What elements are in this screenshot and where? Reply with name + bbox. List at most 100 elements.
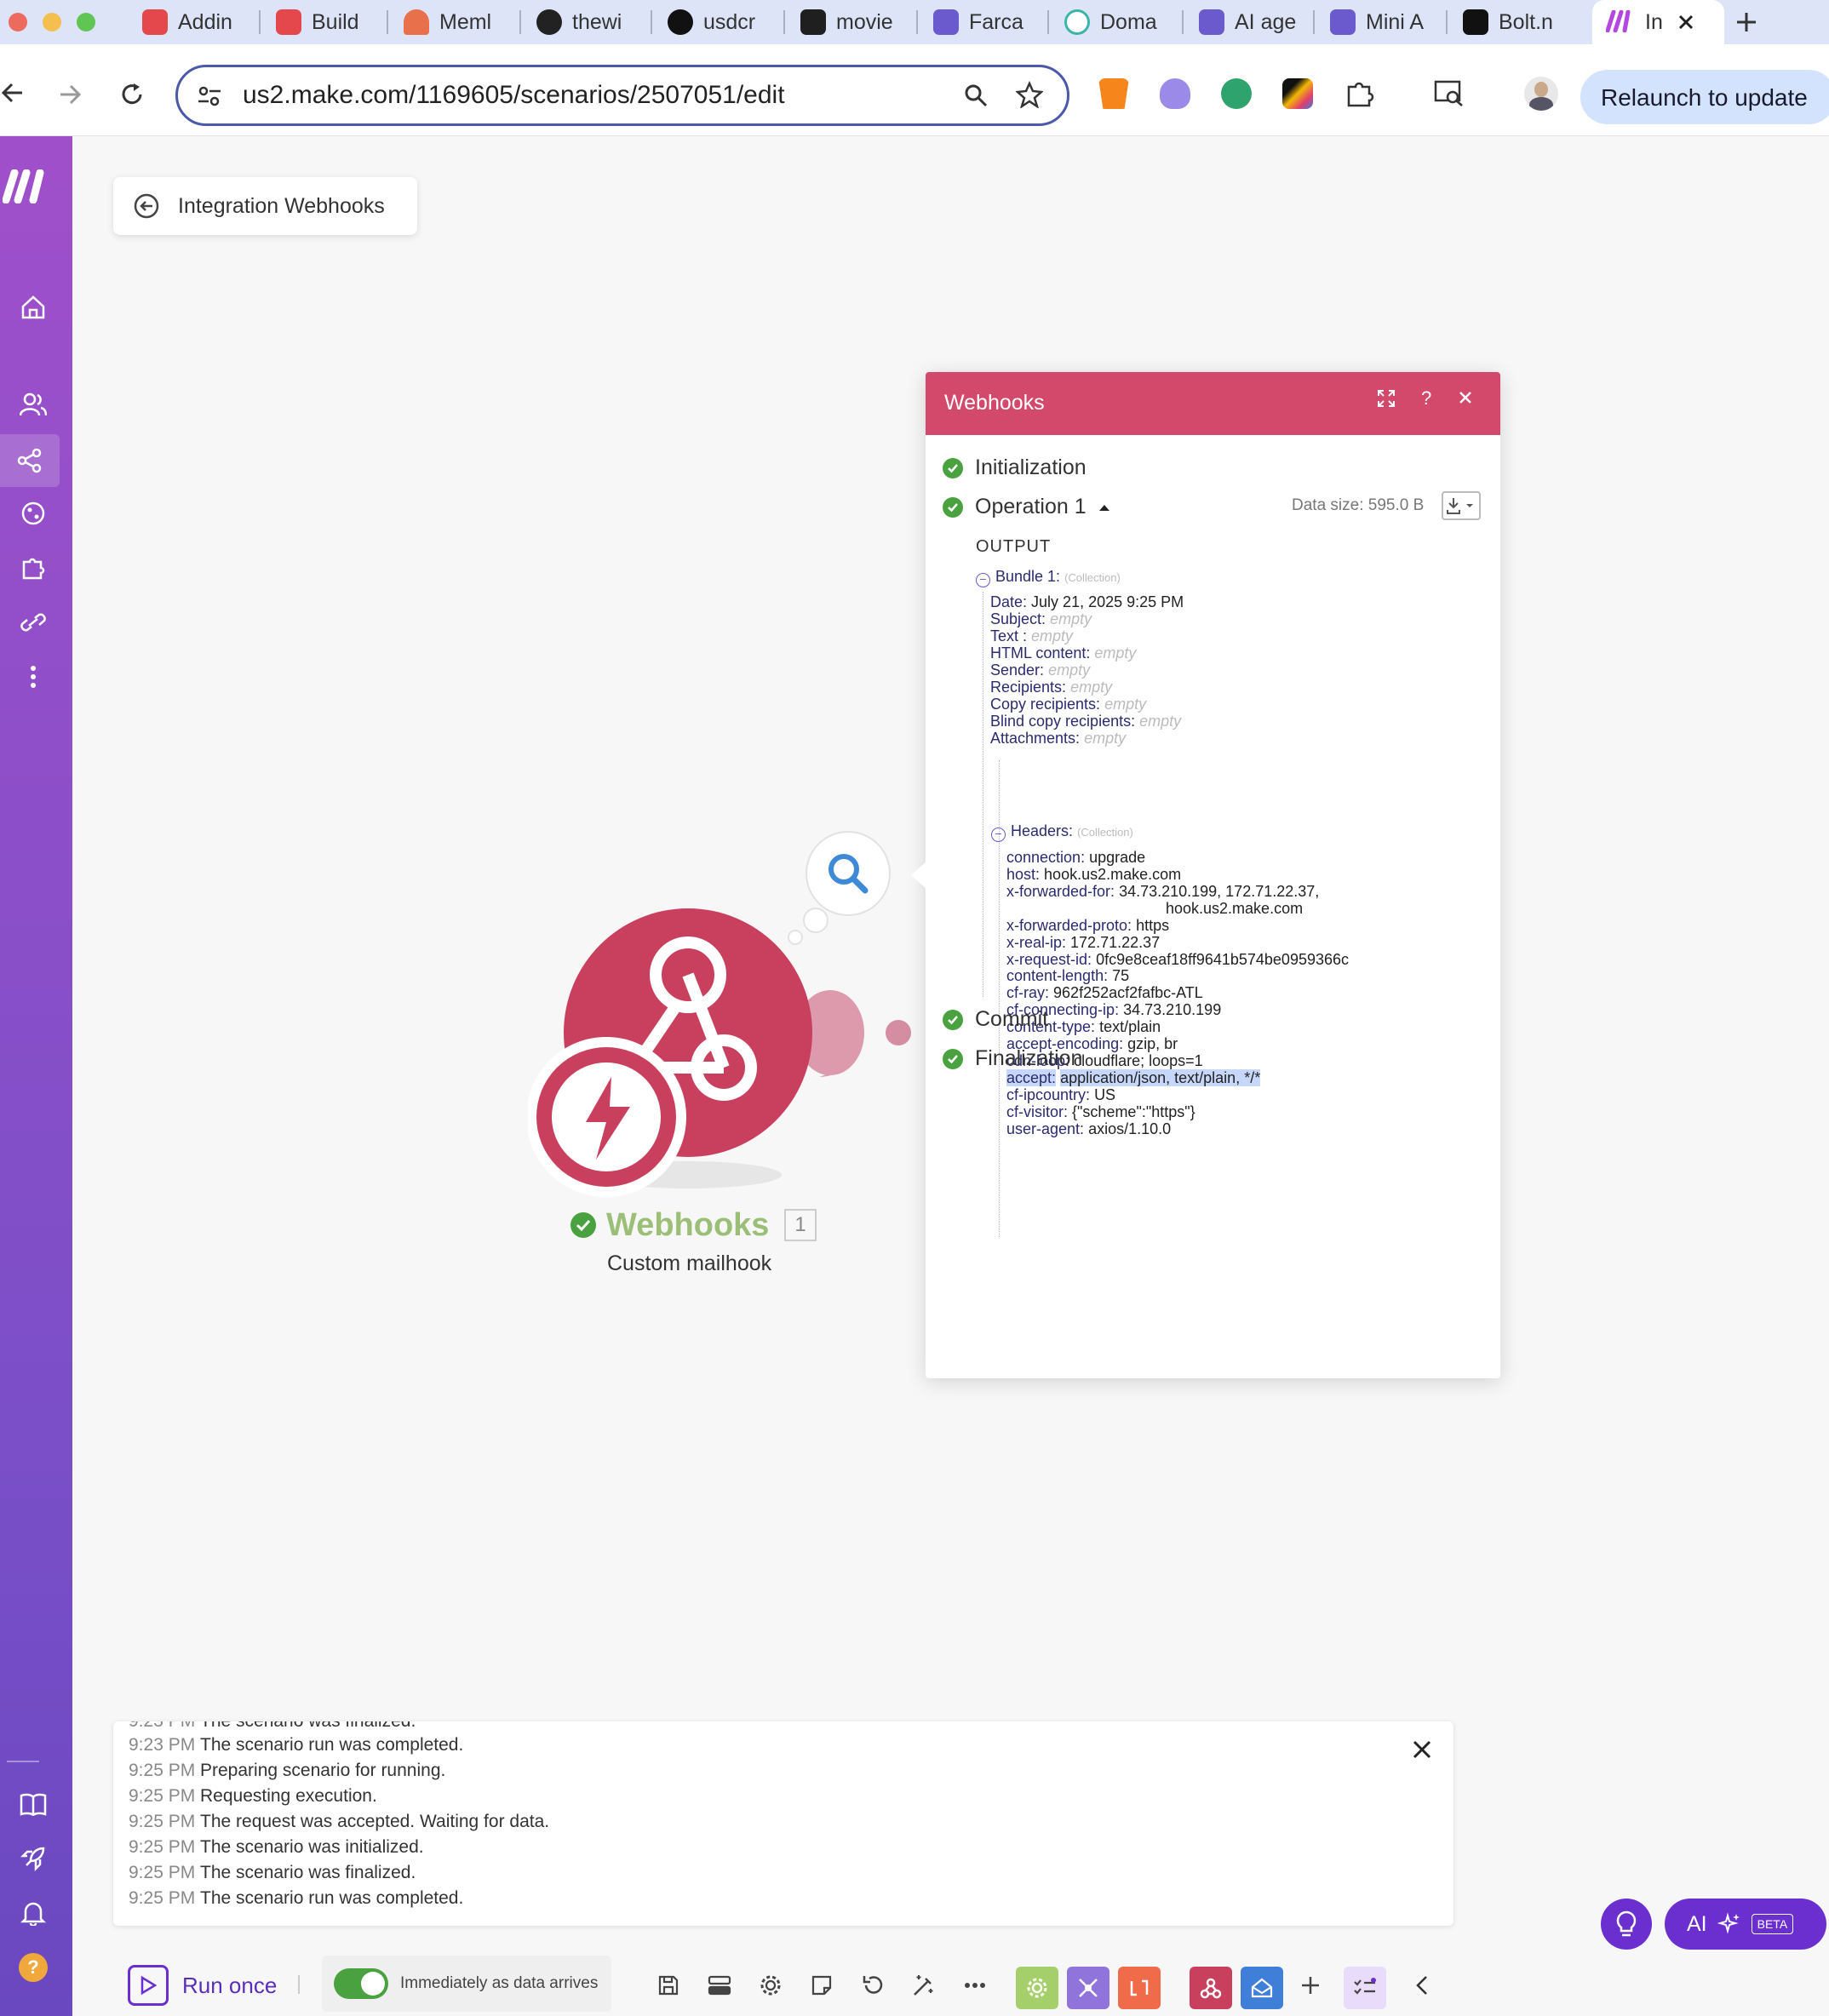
header-field-row[interactable]: content-length: 75 <box>1006 967 1129 985</box>
connections-link-icon[interactable] <box>7 596 60 649</box>
relaunch-to-update-button[interactable]: Relaunch to update <box>1580 70 1829 124</box>
more-horizontal-icon[interactable] <box>956 1967 994 2004</box>
browser-tab[interactable]: Bolt.n <box>1453 5 1580 39</box>
inspect-bubble-button[interactable] <box>806 831 891 916</box>
download-dropdown-button[interactable] <box>1442 491 1481 520</box>
step-initialization[interactable]: Initialization <box>943 455 1087 480</box>
hint-lightbulb-button[interactable] <box>1601 1899 1652 1950</box>
browser-tab[interactable]: movie <box>790 5 918 39</box>
output-field-row[interactable]: HTML content: empty <box>990 644 1136 662</box>
rocket-icon[interactable] <box>7 1832 60 1885</box>
step-commit[interactable]: Commit <box>943 1007 1048 1032</box>
minimize-window-button[interactable] <box>43 13 61 32</box>
step-finalization[interactable]: Finalization <box>943 1046 1082 1071</box>
docs-book-icon[interactable] <box>7 1778 60 1830</box>
close-window-button[interactable] <box>9 13 27 32</box>
ghost-extension-icon[interactable] <box>1160 78 1190 109</box>
headers-row[interactable]: − Headers: (Collection) <box>991 822 1133 842</box>
reload-icon[interactable] <box>119 82 145 107</box>
browser-tab[interactable]: Build <box>266 5 393 39</box>
extensions-puzzle-icon[interactable] <box>1344 78 1374 109</box>
header-field-row[interactable]: cf-ipcountry: US <box>1006 1086 1115 1104</box>
settings-gear-icon[interactable] <box>752 1967 789 2004</box>
output-field-row[interactable]: Subject: empty <box>990 610 1092 628</box>
make-logo-icon[interactable] <box>0 160 53 213</box>
collapse-minus-icon[interactable]: − <box>991 828 1006 842</box>
tab-search-icon[interactable] <box>1434 80 1465 107</box>
team-icon[interactable] <box>7 378 60 431</box>
collapse-caret-up-icon[interactable] <box>1098 503 1110 512</box>
header-field-row[interactable]: user-agent: axios/1.10.0 <box>1006 1120 1171 1138</box>
back-arrow-icon[interactable] <box>0 80 26 106</box>
url-text[interactable]: us2.make.com/1169605/scenarios/2507051/e… <box>243 81 785 110</box>
browser-tab[interactable]: Doma <box>1054 5 1182 39</box>
add-module-plus-icon[interactable] <box>1292 1967 1329 2004</box>
header-field-row[interactable]: host: hook.us2.make.com <box>1006 866 1181 884</box>
sync-extension-icon[interactable] <box>1221 78 1252 109</box>
active-tab[interactable]: In <box>1592 0 1724 44</box>
profile-avatar[interactable] <box>1524 77 1558 111</box>
new-tab-icon[interactable] <box>1733 9 1760 36</box>
output-field-row[interactable]: Recipients: empty <box>990 679 1112 696</box>
save-icon[interactable] <box>650 1967 687 2004</box>
module-name[interactable]: Webhooks <box>606 1207 769 1244</box>
email-app-icon[interactable] <box>1241 1967 1283 2009</box>
site-settings-icon[interactable] <box>197 84 222 108</box>
rainbow-extension-icon[interactable] <box>1282 78 1313 109</box>
collapse-chevron-left-icon[interactable] <box>1403 1967 1441 2004</box>
zoom-search-icon[interactable] <box>963 83 989 108</box>
output-field-row[interactable]: Copy recipients: empty <box>990 696 1146 713</box>
auto-align-wand-icon[interactable] <box>905 1967 943 2004</box>
more-vertical-icon[interactable] <box>7 650 60 703</box>
ai-assistant-button[interactable]: AI BETA <box>1665 1899 1826 1950</box>
header-field-row[interactable]: x-forwarded-for: 34.73.210.199, 172.71.2… <box>1006 883 1319 901</box>
output-field-row[interactable]: Attachments: empty <box>990 730 1126 747</box>
bundle-1-row[interactable]: − Bundle 1: (Collection) <box>976 568 1121 587</box>
scenarios-share-icon[interactable] <box>0 434 60 487</box>
address-bar[interactable]: us2.make.com/1169605/scenarios/2507051/e… <box>175 65 1069 126</box>
output-field-row[interactable]: Sender: empty <box>990 662 1090 679</box>
header-field-row[interactable]: accept: application/json, text/plain, */… <box>1006 1068 1261 1087</box>
home-icon[interactable] <box>7 281 60 334</box>
output-field-row[interactable]: Date: July 21, 2025 9:25 PM <box>990 593 1184 611</box>
output-field-row[interactable]: Blind copy recipients: empty <box>990 713 1181 730</box>
notifications-bell-icon[interactable] <box>7 1887 60 1939</box>
header-field-row[interactable]: connection: upgrade <box>1006 849 1145 867</box>
output-field-row[interactable]: Text : empty <box>990 627 1073 645</box>
browser-tab[interactable]: thewi <box>526 5 654 39</box>
help-question-icon[interactable]: ? <box>7 1941 60 1994</box>
collapse-minus-icon[interactable]: − <box>976 573 990 587</box>
run-once-button[interactable]: Run once <box>128 1956 277 2015</box>
bookmark-star-icon[interactable] <box>1016 81 1043 108</box>
maximize-window-button[interactable] <box>77 13 95 32</box>
browser-tab[interactable]: usdcr <box>657 5 785 39</box>
text-parser-icon[interactable] <box>1118 1967 1161 2009</box>
browser-tab[interactable]: Meml <box>393 5 521 39</box>
undo-icon[interactable] <box>854 1967 892 2004</box>
header-field-row[interactable]: cf-ray: 962f252acf2fafbc-ATL <box>1006 984 1203 1002</box>
webhooks-app-icon[interactable] <box>1190 1967 1232 2009</box>
back-to-scenarios-button[interactable]: Integration Webhooks <box>113 177 417 235</box>
expand-icon[interactable] <box>1377 389 1396 408</box>
header-field-row[interactable]: x-forwarded-proto: https <box>1006 917 1169 935</box>
module-operations-count[interactable]: 1 <box>784 1209 817 1241</box>
close-panel-icon[interactable] <box>1457 389 1474 406</box>
checklist-icon[interactable] <box>1344 1967 1386 2009</box>
templates-icon[interactable] <box>7 487 60 540</box>
tools-gear-icon[interactable] <box>1016 1967 1058 2009</box>
scheduling-icon[interactable] <box>701 1967 738 2004</box>
header-field-row[interactable]: x-real-ip: 172.71.22.37 <box>1006 934 1160 952</box>
toggle-switch[interactable] <box>334 1968 388 1999</box>
browser-tab[interactable]: AI age <box>1189 5 1316 39</box>
browser-tab[interactable]: Addin <box>132 5 260 39</box>
close-log-icon[interactable] <box>1411 1738 1433 1761</box>
header-field-row[interactable]: x-request-id: 0fc9e8ceaf18ff9641b574be09… <box>1006 951 1349 969</box>
flow-control-icon[interactable] <box>1067 1967 1109 2009</box>
notes-icon[interactable] <box>803 1967 840 2004</box>
schedule-toggle[interactable]: Immediately as data arrives <box>322 1956 611 2012</box>
header-field-row[interactable]: cf-visitor: {"scheme":"https"} <box>1006 1103 1195 1121</box>
browser-tab[interactable]: Farca <box>923 5 1051 39</box>
help-icon[interactable]: ? <box>1421 387 1431 410</box>
metamask-extension-icon[interactable] <box>1098 78 1129 109</box>
close-tab-icon[interactable] <box>1674 10 1698 34</box>
